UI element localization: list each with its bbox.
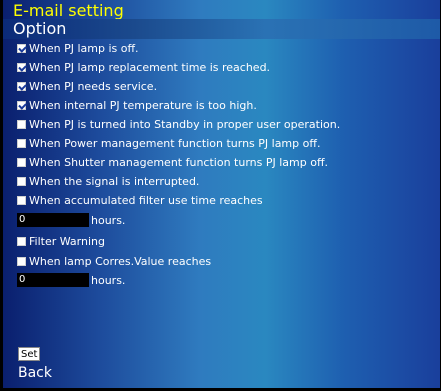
lamp-off-checkbox[interactable] <box>17 43 26 53</box>
filter-warning-checkbox[interactable] <box>17 236 26 246</box>
option-lamp-corres[interactable]: When lamp Corres.Value reaches <box>17 252 440 272</box>
signal-interrupted-checkbox[interactable] <box>17 176 26 186</box>
option-label: When Shutter management function turns P… <box>29 156 329 169</box>
hours-unit-label: hours. <box>91 214 126 227</box>
option-standby[interactable]: When PJ is turned into Standby in proper… <box>17 115 440 135</box>
option-section-header: Option <box>3 19 440 39</box>
lamp-corres-checkbox[interactable] <box>17 256 26 266</box>
hours-unit-label: hours. <box>91 274 126 287</box>
lamp-replacement-checkbox[interactable] <box>17 62 26 72</box>
set-button[interactable]: Set <box>18 347 41 361</box>
option-label: When accumulated filter use time reaches <box>29 194 263 207</box>
option-filter-time[interactable]: When accumulated filter use time reaches <box>17 191 440 211</box>
filter-hours-row: hours. <box>17 211 125 231</box>
option-lamp-replacement[interactable]: When PJ lamp replacement time is reached… <box>17 58 440 78</box>
temperature-high-checkbox[interactable] <box>17 100 26 110</box>
option-power-management[interactable]: When Power management function turns PJ … <box>17 134 440 154</box>
page-title: E-mail setting <box>13 1 124 20</box>
lamp-hours-row: hours. <box>17 271 125 291</box>
power-management-checkbox[interactable] <box>17 138 26 148</box>
option-filter-warning[interactable]: Filter Warning <box>17 232 440 252</box>
option-lamp-off[interactable]: When PJ lamp is off. <box>17 39 440 59</box>
option-label: When PJ needs service. <box>29 80 158 93</box>
needs-service-checkbox[interactable] <box>17 81 26 91</box>
option-label: When Power management function turns PJ … <box>29 137 321 150</box>
option-label: Filter Warning <box>29 235 105 248</box>
option-temperature-high[interactable]: When internal PJ temperature is too high… <box>17 96 440 116</box>
option-signal-interrupted[interactable]: When the signal is interrupted. <box>17 172 440 192</box>
option-label: When lamp Corres.Value reaches <box>29 255 212 268</box>
email-setting-panel: E-mail setting Option When PJ lamp is of… <box>3 0 441 389</box>
option-shutter-management[interactable]: When Shutter management function turns P… <box>17 153 440 173</box>
option-label: When PJ is turned into Standby in proper… <box>29 118 341 131</box>
filter-time-checkbox[interactable] <box>17 195 26 205</box>
standby-checkbox[interactable] <box>17 119 26 129</box>
option-needs-service[interactable]: When PJ needs service. <box>17 77 440 97</box>
option-label: When PJ lamp replacement time is reached… <box>29 61 271 74</box>
option-label: When internal PJ temperature is too high… <box>29 99 257 112</box>
back-link[interactable]: Back <box>18 364 52 382</box>
option-label: When PJ lamp is off. <box>29 42 139 55</box>
shutter-management-checkbox[interactable] <box>17 157 26 167</box>
option-label: When the signal is interrupted. <box>29 175 200 188</box>
lamp-hours-input[interactable] <box>17 273 89 287</box>
section-title: Option <box>13 19 67 38</box>
filter-hours-input[interactable] <box>17 213 89 227</box>
